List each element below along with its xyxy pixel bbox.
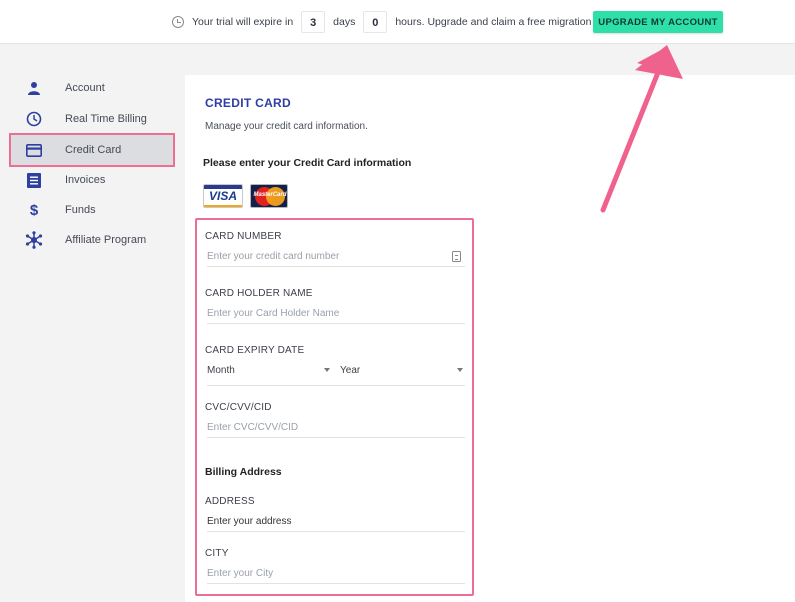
- cvc-input[interactable]: Enter CVC/CVV/CID: [207, 418, 465, 438]
- chevron-down-icon: [457, 368, 463, 372]
- billing-address-heading: Billing Address: [205, 466, 282, 478]
- address-input[interactable]: Enter your address: [207, 512, 465, 532]
- cvc-label: CVC/CVV/CID: [205, 402, 272, 413]
- holder-name-input[interactable]: Enter your Card Holder Name: [207, 304, 465, 324]
- sidebar-item-funds[interactable]: $ Funds: [16, 197, 176, 223]
- sidebar-item-label: Funds: [65, 204, 96, 216]
- sidebar-item-real-time-billing[interactable]: Real Time Billing: [16, 106, 176, 132]
- card-scan-icon[interactable]: [452, 251, 461, 262]
- card-number-input[interactable]: Enter your credit card number: [207, 247, 465, 267]
- divider: [207, 385, 465, 386]
- annotation-arrow: [600, 45, 683, 213]
- expiry-date-label: CARD EXPIRY DATE: [205, 345, 305, 356]
- trial-notice: Your trial will expire in 3 days 0 hours…: [172, 11, 592, 33]
- document-icon: [25, 171, 43, 189]
- sidebar-item-label: Real Time Billing: [65, 113, 147, 125]
- sidebar-item-label: Account: [65, 82, 105, 94]
- expiry-month-select[interactable]: Month: [207, 360, 332, 380]
- sidebar-item-affiliate-program[interactable]: Affiliate Program: [16, 227, 176, 253]
- trial-bar: Your trial will expire in 3 days 0 hours…: [0, 0, 795, 44]
- chevron-down-icon: [324, 368, 330, 372]
- city-input[interactable]: Enter your City: [207, 564, 465, 584]
- mastercard-logo: MasterCard: [250, 184, 288, 208]
- sidebar-item-credit-card[interactable]: Credit Card: [9, 133, 175, 167]
- sidebar-item-label: Credit Card: [65, 144, 122, 156]
- page-subtitle: Manage your credit card information.: [205, 121, 368, 132]
- trial-prefix: Your trial will expire in: [192, 16, 294, 28]
- visa-logo: VISA: [203, 184, 243, 208]
- clock-icon: [172, 16, 184, 28]
- sidebar-item-label: Invoices: [65, 174, 106, 186]
- dollar-icon: $: [29, 201, 39, 219]
- expiry-year-select[interactable]: Year: [340, 360, 465, 380]
- person-icon: [25, 79, 43, 97]
- sidebar-item-account[interactable]: Account: [16, 75, 176, 101]
- trial-suffix: hours. Upgrade and claim a free migratio…: [395, 16, 592, 28]
- holder-name-label: CARD HOLDER NAME: [205, 288, 313, 299]
- network-icon: [25, 231, 43, 249]
- card-info-prompt: Please enter your Credit Card informatio…: [203, 157, 412, 169]
- page-title: CREDIT CARD: [205, 96, 291, 110]
- card-number-label: CARD NUMBER: [205, 231, 282, 242]
- clock-icon: [25, 110, 43, 128]
- trial-days-value: 3: [301, 11, 326, 33]
- upgrade-account-button[interactable]: UPGRADE MY ACCOUNT: [593, 11, 723, 33]
- credit-card-form: CARD NUMBER Enter your credit card numbe…: [195, 218, 474, 596]
- address-label: ADDRESS: [205, 496, 255, 507]
- credit-card-icon: [25, 141, 43, 159]
- city-label: CITY: [205, 548, 229, 559]
- trial-days-label: days: [333, 16, 356, 28]
- sidebar-item-label: Affiliate Program: [65, 234, 147, 246]
- trial-hours-value: 0: [363, 11, 388, 33]
- sidebar-item-invoices[interactable]: Invoices: [16, 167, 176, 193]
